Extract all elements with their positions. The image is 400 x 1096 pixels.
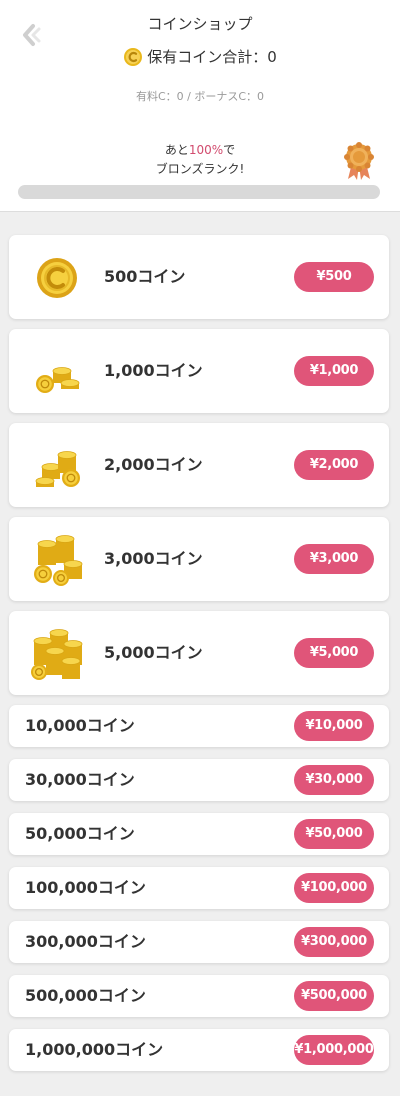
product-label: 30,000コイン [25,770,135,789]
rank-percent: 100% [188,143,224,157]
coin-icon [124,47,143,66]
product-label: 300,000コイン [25,932,146,951]
product-label: 500,000コイン [25,986,146,1005]
coin-holdings: 保有コイン合計：0 [0,46,400,67]
product-card[interactable]: 3,000コイン ¥3,000 [9,517,389,601]
price-button[interactable]: ¥10,000 [294,711,374,741]
product-label: 100,000コイン [25,878,146,897]
product-card[interactable]: 2,000コイン ¥2,000 [9,423,389,507]
product-card[interactable]: 1,000,000コイン ¥1,000,000 [9,1029,389,1071]
product-card[interactable]: 500コイン ¥500 [9,235,389,319]
coin-breakdown: 有料C：0 / ボーナスC：0 [135,90,265,103]
holdings-label: 保有コイン合計：0 [147,48,277,66]
product-card[interactable]: 10,000コイン ¥10,000 [9,705,389,747]
product-label: 50,000コイン [25,824,135,843]
price-button[interactable]: ¥300,000 [294,927,374,957]
product-label: 1,000,000コイン [25,1040,164,1059]
rank-message: あと100%で ブロンズランク! [0,141,400,179]
header: コインショップ 保有コイン合計：0 有料C：0 / ボーナスC：0 あと100%… [0,0,400,212]
product-label: 10,000コイン [25,716,135,735]
product-card[interactable]: 100,000コイン ¥100,000 [9,867,389,909]
product-label: 500コイン [104,267,186,286]
rank-suffix: で [223,143,236,157]
product-label: 1,000コイン [104,361,203,380]
product-label: 5,000コイン [104,643,203,662]
price-button[interactable]: ¥5,000 [294,638,374,668]
bronze-medal-icon [344,142,374,180]
product-label: 2,000コイン [104,455,203,474]
price-button[interactable]: ¥500 [294,262,374,292]
product-card[interactable]: 50,000コイン ¥50,000 [9,813,389,855]
product-card[interactable]: 300,000コイン ¥300,000 [9,921,389,963]
price-button[interactable]: ¥2,000 [294,450,374,480]
price-button[interactable]: ¥30,000 [294,765,374,795]
single-coin-icon [29,252,85,304]
price-button[interactable]: ¥1,000,000 [294,1035,374,1065]
page-title: コインショップ [147,15,253,33]
coin-stack-medium-icon [29,440,85,492]
rank-prefix: あと [164,143,189,157]
product-card[interactable]: 5,000コイン ¥5,000 [9,611,389,695]
coin-stack-small-icon [29,346,85,398]
coin-stack-large-icon [29,534,85,586]
coin-pile-icon [29,628,85,680]
price-button[interactable]: ¥50,000 [294,819,374,849]
price-button[interactable]: ¥1,000 [294,356,374,386]
price-button[interactable]: ¥100,000 [294,873,374,903]
product-label: 3,000コイン [104,549,203,568]
price-button[interactable]: ¥500,000 [294,981,374,1011]
price-button[interactable]: ¥3,000 [294,544,374,574]
rank-progress-bar [18,185,380,199]
product-card[interactable]: 30,000コイン ¥30,000 [9,759,389,801]
rank-target: ブロンズランク! [155,162,245,176]
product-card[interactable]: 1,000コイン ¥1,000 [9,329,389,413]
product-card[interactable]: 500,000コイン ¥500,000 [9,975,389,1017]
